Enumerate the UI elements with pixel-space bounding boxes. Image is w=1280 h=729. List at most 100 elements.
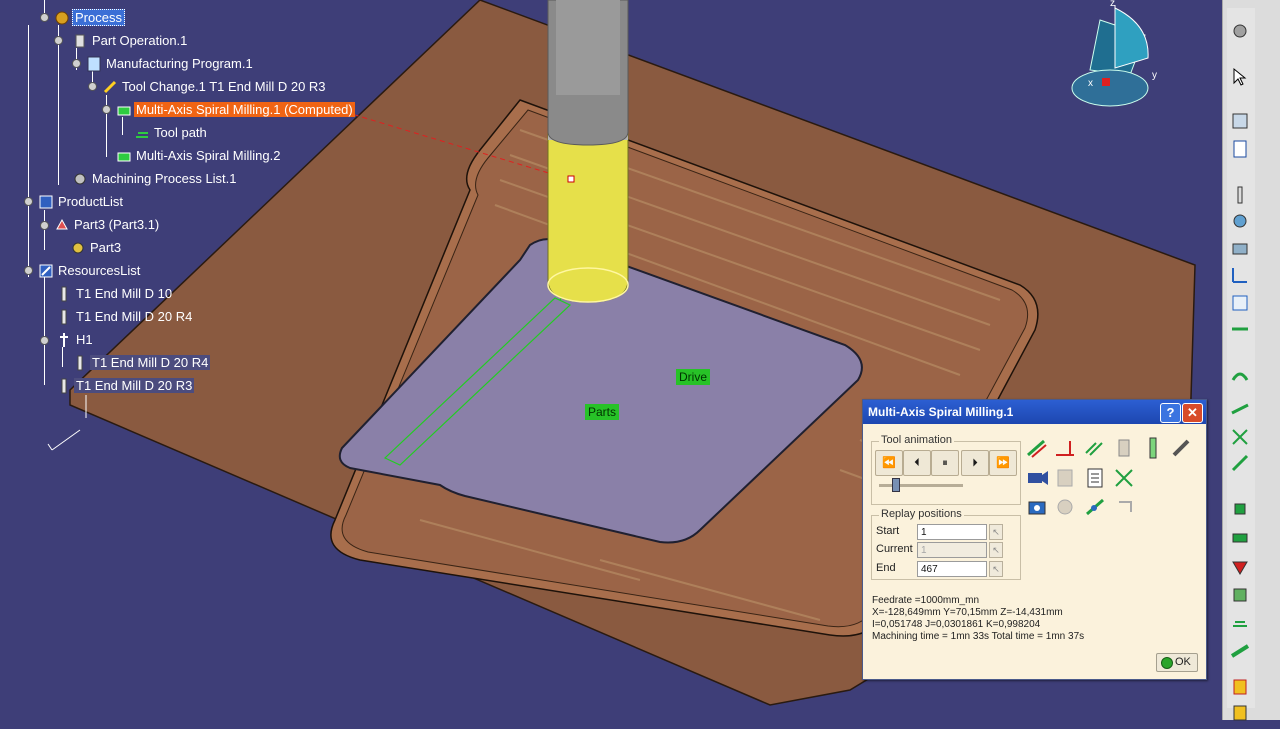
right-toolbar [1222, 0, 1280, 721]
tool-icon[interactable] [1229, 184, 1251, 206]
nc-output-icon[interactable] [1229, 676, 1251, 698]
step-back-button[interactable]: ⏴ [903, 450, 931, 476]
tree-node-end-mill-d20-r4-sub[interactable]: T1 End Mill D 20 R4 [72, 352, 211, 372]
ok-check-icon [1161, 657, 1173, 669]
isoparametric-icon[interactable] [1229, 640, 1251, 662]
dynamic-cutting-icon [1052, 494, 1078, 520]
holder-icon [60, 332, 68, 347]
post-processor-icon[interactable] [1229, 702, 1251, 724]
start-field[interactable]: 1 [917, 524, 987, 540]
select-arrow-icon[interactable] [1229, 66, 1251, 88]
tree-node-part-operation[interactable]: Part Operation.1 [72, 30, 189, 50]
tree-node-part3-instance[interactable]: Part3 (Part3.1) [54, 214, 161, 234]
tree-node-part3[interactable]: Part3 [70, 237, 123, 257]
tree-node-spiral-milling-2[interactable]: Multi-Axis Spiral Milling.2 [116, 145, 282, 165]
tree-node-end-mill-d10[interactable]: T1 End Mill D 10 [56, 283, 174, 303]
tree-node-machining-process-list[interactable]: Machining Process List.1 [72, 168, 239, 188]
spiral-milling-icon [117, 106, 131, 116]
display-toolpath-icon[interactable] [1024, 435, 1050, 461]
program-icon [87, 56, 101, 72]
tree-node-tool-change[interactable]: Tool Change.1 T1 End Mill D 20 R3 [102, 76, 328, 96]
zlevel-icon[interactable] [1229, 612, 1251, 634]
collision-check-icon[interactable] [1111, 465, 1137, 491]
tree-node-end-mill-d20-r4[interactable]: T1 End Mill D 20 R4 [56, 306, 194, 326]
tool-assembly-icon[interactable] [1168, 435, 1194, 461]
end-label: End [876, 562, 896, 574]
video-recorder-icon[interactable] [1024, 465, 1050, 491]
tool-change-icon [103, 80, 117, 93]
fast-forward-button[interactable]: ⏩ [989, 450, 1017, 476]
save-animation-icon [1052, 465, 1078, 491]
point-display-icon[interactable] [1052, 435, 1078, 461]
part-operation-icon [75, 34, 85, 48]
cutter-shape-icon[interactable] [1111, 435, 1137, 461]
rewind-button[interactable]: ⏪ [875, 450, 903, 476]
part-icon [56, 218, 68, 230]
toolpath-style-icon[interactable] [1082, 435, 1108, 461]
animation-slider-thumb[interactable] [891, 478, 900, 492]
spiral-milling-toolbar-icon[interactable] [1229, 364, 1251, 386]
analyze-icon[interactable] [1082, 494, 1108, 520]
sequence-icon[interactable] [1229, 292, 1251, 314]
flank-milling-icon[interactable] [1229, 426, 1251, 448]
tree-node-spiral-milling-1[interactable]: Multi-Axis Spiral Milling.1 (Computed) [116, 99, 355, 119]
current-field: 1 [917, 542, 987, 558]
spiral-milling-icon [117, 152, 131, 162]
feedrate-text: Feedrate =1000mm_mn [872, 595, 980, 606]
capture-icon[interactable] [1024, 494, 1050, 520]
tree-node-process[interactable]: Process [54, 7, 125, 27]
end-field[interactable]: 467 [917, 561, 987, 577]
replay-positions-legend: Replay positions [879, 508, 964, 520]
report-icon[interactable] [1082, 465, 1108, 491]
roughing-icon[interactable] [1229, 556, 1251, 578]
tree-node-end-mill-d20-r3[interactable]: T1 End Mill D 20 R3 [56, 375, 195, 395]
replay-dialog: Multi-Axis Spiral Milling.1 ? ✕ Tool ani… [862, 399, 1207, 680]
dialog-titlebar[interactable]: Multi-Axis Spiral Milling.1 ? ✕ [863, 400, 1206, 424]
compass-x: x [1088, 78, 1093, 89]
tool-cutter [547, 124, 629, 303]
end-mill-icon [77, 355, 83, 371]
end-mill-icon [61, 309, 67, 325]
sweeping-icon[interactable] [1229, 584, 1251, 606]
tool-only-icon[interactable] [1140, 435, 1166, 461]
contour-milling-icon[interactable] [1229, 398, 1251, 420]
tree-node-tool-path[interactable]: Tool path [134, 122, 209, 142]
tree-node-product-list[interactable]: ProductList [38, 191, 125, 211]
process-icon [55, 11, 69, 25]
tool-path-replay-icon[interactable] [1229, 110, 1251, 132]
drilling-icon[interactable] [1229, 498, 1251, 520]
compass[interactable]: z x y [1060, 0, 1170, 115]
end-mill-icon [61, 286, 67, 302]
play-button[interactable]: ⏵ [961, 450, 989, 476]
position-text: X=-128,649mm Y=70,15mm Z=-14,431mm [872, 607, 1063, 618]
parts-label[interactable]: Parts [585, 404, 620, 420]
pocketing-icon[interactable] [1229, 526, 1251, 548]
ok-button[interactable]: OK [1156, 653, 1198, 672]
current-label: Current [876, 543, 913, 555]
pause-button[interactable]: ⏸ [931, 450, 959, 476]
assembly-icon[interactable] [1229, 210, 1251, 232]
document-icon[interactable] [1229, 138, 1251, 160]
operation-icon[interactable] [1229, 318, 1251, 340]
compass-z: z [1110, 0, 1115, 9]
helix-milling-icon[interactable] [1229, 452, 1251, 474]
specification-tree: Process Part Operation.1 Manufacturing P… [0, 0, 380, 460]
axis-system-icon[interactable] [1229, 264, 1251, 286]
end-mill-icon [61, 378, 67, 394]
product-list-icon [39, 195, 53, 209]
tree-node-resources-list[interactable]: ResourcesList [38, 260, 142, 280]
machine-icon[interactable] [1229, 238, 1251, 260]
time-text: Machining time = 1mn 33s Total time = 1m… [872, 631, 1085, 642]
start-pick-icon[interactable]: ↖ [989, 524, 1003, 540]
close-button[interactable]: ✕ [1182, 403, 1203, 423]
drive-label[interactable]: Drive [676, 369, 711, 385]
help-button[interactable]: ? [1160, 403, 1181, 423]
current-pick-icon: ↖ [989, 542, 1003, 558]
toolbar-compass-icon[interactable] [1229, 20, 1251, 42]
tree-node-h1[interactable]: H1 [56, 329, 95, 349]
tree-node-manufacturing-program[interactable]: Manufacturing Program.1 [86, 53, 255, 73]
end-pick-icon[interactable]: ↖ [989, 561, 1003, 577]
tool-animation-legend: Tool animation [879, 434, 954, 446]
cut-point-icon [1111, 494, 1137, 520]
compass-y: y [1152, 70, 1157, 81]
